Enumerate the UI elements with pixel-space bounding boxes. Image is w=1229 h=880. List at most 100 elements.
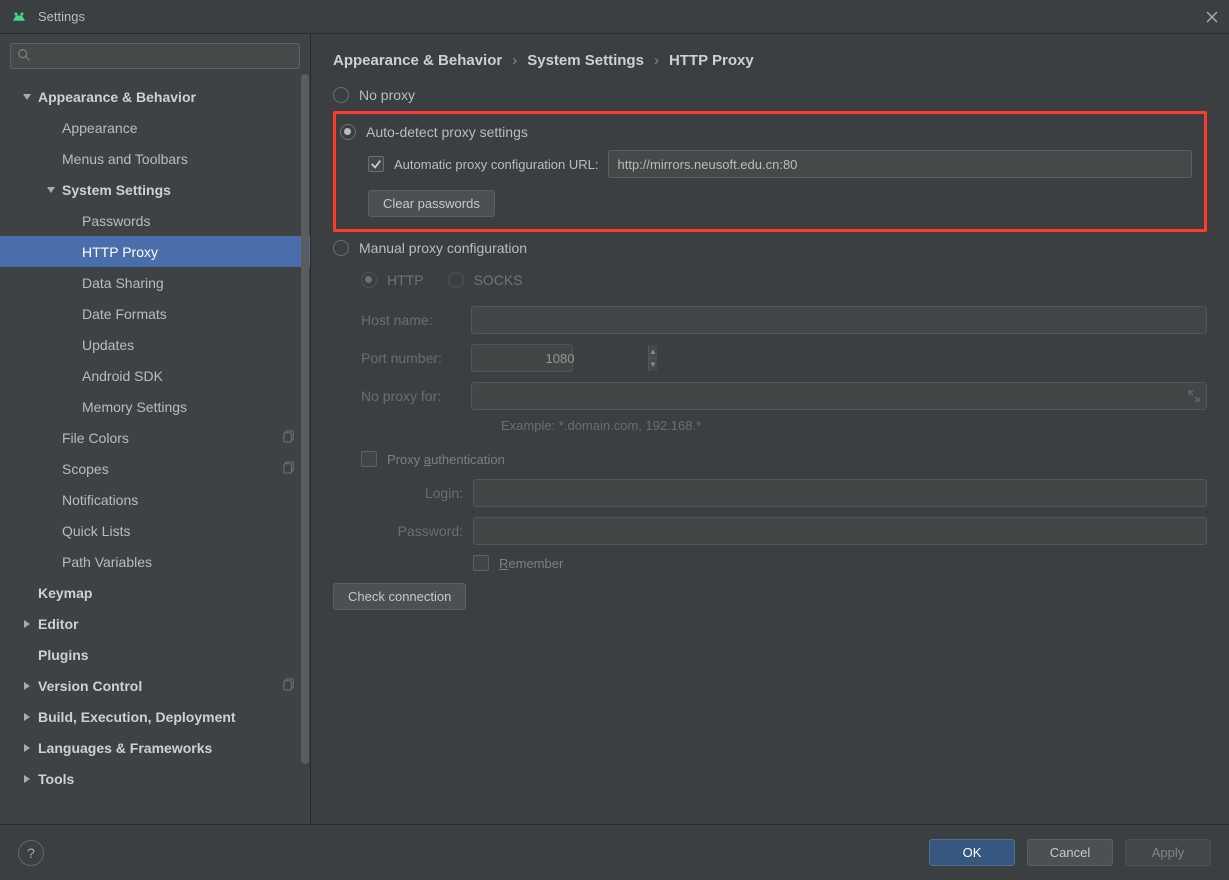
proxy-auth-label: Proxy authentication	[387, 452, 505, 467]
cancel-button[interactable]: Cancel	[1027, 839, 1113, 866]
chevron-right-icon: ›	[654, 52, 659, 69]
sidebar-item-label: Plugins	[38, 647, 310, 663]
radio-http[interactable]: HTTP	[361, 272, 424, 288]
radio-socks[interactable]: SOCKS	[448, 272, 523, 288]
sidebar-item[interactable]: Quick Lists	[0, 515, 310, 546]
help-button[interactable]: ?	[18, 840, 44, 866]
sidebar-item-label: System Settings	[62, 182, 310, 198]
radio-label: SOCKS	[474, 272, 523, 288]
sidebar-item-label: Passwords	[82, 213, 310, 229]
breadcrumb-item[interactable]: Appearance & Behavior	[333, 52, 502, 69]
sidebar-item[interactable]: HTTP Proxy	[0, 236, 310, 267]
titlebar: Settings	[0, 0, 1229, 34]
breadcrumb-item: HTTP Proxy	[669, 52, 754, 69]
port-number-input[interactable]	[472, 345, 648, 371]
sidebar-item[interactable]: Build, Execution, Deployment	[0, 701, 310, 732]
window-title: Settings	[38, 9, 1205, 24]
sidebar-item-label: Memory Settings	[82, 399, 310, 415]
scope-copy-icon	[283, 461, 296, 477]
ok-button[interactable]: OK	[929, 839, 1015, 866]
sidebar-item-label: Menus and Toolbars	[62, 151, 310, 167]
radio-icon	[340, 124, 356, 140]
radio-label: No proxy	[359, 87, 415, 103]
sidebar-item[interactable]: Notifications	[0, 484, 310, 515]
breadcrumb-item[interactable]: System Settings	[527, 52, 644, 69]
sidebar-item[interactable]: Updates	[0, 329, 310, 360]
search-input[interactable]	[10, 43, 300, 69]
radio-icon	[333, 240, 349, 256]
scope-copy-icon	[283, 430, 296, 446]
sidebar-item-label: Editor	[38, 616, 310, 632]
sidebar-item-label: Data Sharing	[82, 275, 310, 291]
sidebar-item[interactable]: Appearance	[0, 112, 310, 143]
login-input[interactable]	[473, 479, 1207, 507]
radio-icon	[361, 272, 377, 288]
sidebar-item-label: Updates	[82, 337, 310, 353]
example-text: Example: *.domain.com, 192.168.*	[501, 418, 1207, 433]
sidebar-item[interactable]: Android SDK	[0, 360, 310, 391]
checkbox-pac-url[interactable]	[368, 156, 384, 172]
sidebar-item-label: Tools	[38, 771, 310, 787]
radio-no-proxy[interactable]: No proxy	[333, 87, 1207, 103]
stepper-up-icon[interactable]: ▲	[649, 345, 657, 359]
checkbox-remember[interactable]	[473, 555, 489, 571]
scope-copy-icon	[283, 678, 296, 694]
radio-icon	[448, 272, 464, 288]
pac-url-input[interactable]	[608, 150, 1192, 178]
radio-label: Manual proxy configuration	[359, 240, 527, 256]
sidebar-item[interactable]: Version Control	[0, 670, 310, 701]
highlighted-section: Auto-detect proxy settings Automatic pro…	[333, 111, 1207, 232]
sidebar-item[interactable]: Languages & Frameworks	[0, 732, 310, 763]
sidebar-item-label: Quick Lists	[62, 523, 310, 539]
sidebar-item[interactable]: Keymap	[0, 577, 310, 608]
sidebar-item[interactable]: Memory Settings	[0, 391, 310, 422]
sidebar-scrollbar[interactable]	[301, 74, 309, 764]
chevron-right-icon: ›	[512, 52, 517, 69]
host-name-input[interactable]	[471, 306, 1207, 334]
password-label: Password:	[383, 523, 463, 539]
sidebar-item[interactable]: File Colors	[0, 422, 310, 453]
no-proxy-for-label: No proxy for:	[361, 388, 461, 404]
login-label: Login:	[383, 485, 463, 501]
sidebar-item[interactable]: Passwords	[0, 205, 310, 236]
sidebar-item[interactable]: System Settings	[0, 174, 310, 205]
chevron-right-icon	[20, 741, 34, 755]
sidebar-item[interactable]: Scopes	[0, 453, 310, 484]
sidebar-item-label: HTTP Proxy	[82, 244, 310, 260]
radio-auto-detect[interactable]: Auto-detect proxy settings	[340, 124, 1192, 140]
android-studio-icon	[10, 8, 28, 26]
sidebar-item[interactable]: Date Formats	[0, 298, 310, 329]
password-input[interactable]	[473, 517, 1207, 545]
remember-label: Remember	[499, 556, 563, 571]
sidebar-item-label: Appearance	[62, 120, 310, 136]
port-number-label: Port number:	[361, 350, 461, 366]
chevron-right-icon	[20, 617, 34, 631]
sidebar-item-label: Appearance & Behavior	[38, 89, 310, 105]
sidebar-item-label: Languages & Frameworks	[38, 740, 310, 756]
check-connection-button[interactable]: Check connection	[333, 583, 466, 610]
chevron-down-icon	[20, 90, 34, 104]
stepper-down-icon[interactable]: ▼	[649, 359, 657, 372]
sidebar-item[interactable]: Tools	[0, 763, 310, 794]
apply-button[interactable]: Apply	[1125, 839, 1211, 866]
sidebar-item[interactable]: Data Sharing	[0, 267, 310, 298]
port-number-stepper[interactable]: ▲ ▼	[471, 344, 573, 372]
no-proxy-for-input[interactable]	[471, 382, 1207, 410]
expand-icon[interactable]	[1187, 389, 1201, 406]
sidebar-item[interactable]: Plugins	[0, 639, 310, 670]
checkbox-proxy-auth[interactable]	[361, 451, 377, 467]
sidebar-item-label: Notifications	[62, 492, 310, 508]
sidebar-item[interactable]: Appearance & Behavior	[0, 81, 310, 112]
radio-label: HTTP	[387, 272, 424, 288]
pac-url-label: Automatic proxy configuration URL:	[394, 157, 598, 172]
close-icon[interactable]	[1205, 10, 1219, 24]
sidebar-item-label: Date Formats	[82, 306, 310, 322]
clear-passwords-button[interactable]: Clear passwords	[368, 190, 495, 217]
sidebar-item-label: Scopes	[62, 461, 283, 477]
radio-manual-proxy[interactable]: Manual proxy configuration	[333, 240, 1207, 256]
chevron-right-icon	[20, 772, 34, 786]
content-pane: Appearance & Behavior › System Settings …	[311, 34, 1229, 824]
sidebar-item[interactable]: Path Variables	[0, 546, 310, 577]
sidebar-item[interactable]: Menus and Toolbars	[0, 143, 310, 174]
sidebar-item[interactable]: Editor	[0, 608, 310, 639]
